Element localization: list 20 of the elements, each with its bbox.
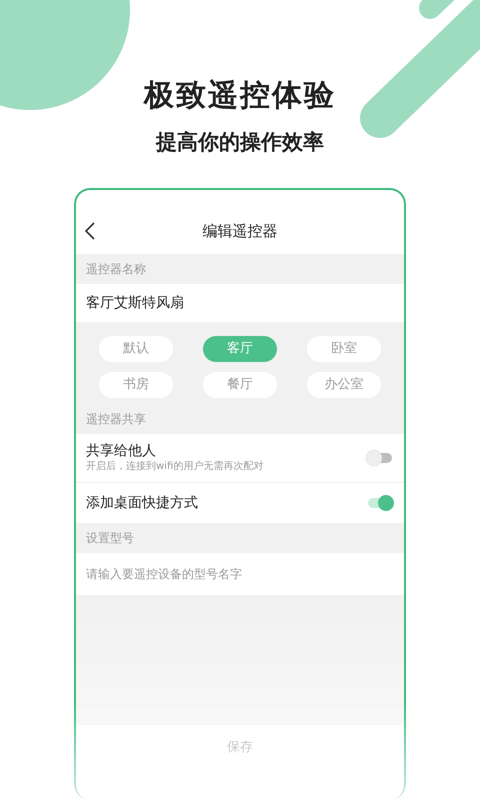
room-chip[interactable]: 卧室 [307, 336, 381, 362]
section-label: 设置型号 [76, 523, 404, 553]
room-chip[interactable]: 餐厅 [203, 372, 277, 398]
section-label: 遥控器共享 [76, 404, 404, 434]
room-chip[interactable]: 默认 [99, 336, 173, 362]
section-label: 遥控器名称 [76, 254, 404, 284]
room-chip[interactable]: 客厅 [203, 336, 277, 362]
setting-title: 添加桌面快捷方式 [86, 494, 198, 512]
toggle-switch[interactable] [366, 495, 394, 511]
headline: 极致遥控体验 [142, 77, 337, 115]
screen-title: 编辑遥控器 [202, 220, 278, 242]
room-chip[interactable]: 办公室 [307, 372, 381, 398]
toggle-switch[interactable] [366, 450, 394, 466]
setting-title: 共享给他人 [86, 442, 157, 460]
setting-description: 开启后，连接到wifi的用户无需再次配对 [86, 460, 264, 474]
name-field[interactable]: 客厅艾斯特风扇 [76, 284, 404, 322]
back-icon[interactable] [84, 222, 96, 240]
save-button[interactable]: 保存 [221, 737, 259, 758]
subheadline: 提高你的操作效率 [154, 129, 325, 156]
room-chip[interactable]: 书房 [99, 372, 173, 398]
